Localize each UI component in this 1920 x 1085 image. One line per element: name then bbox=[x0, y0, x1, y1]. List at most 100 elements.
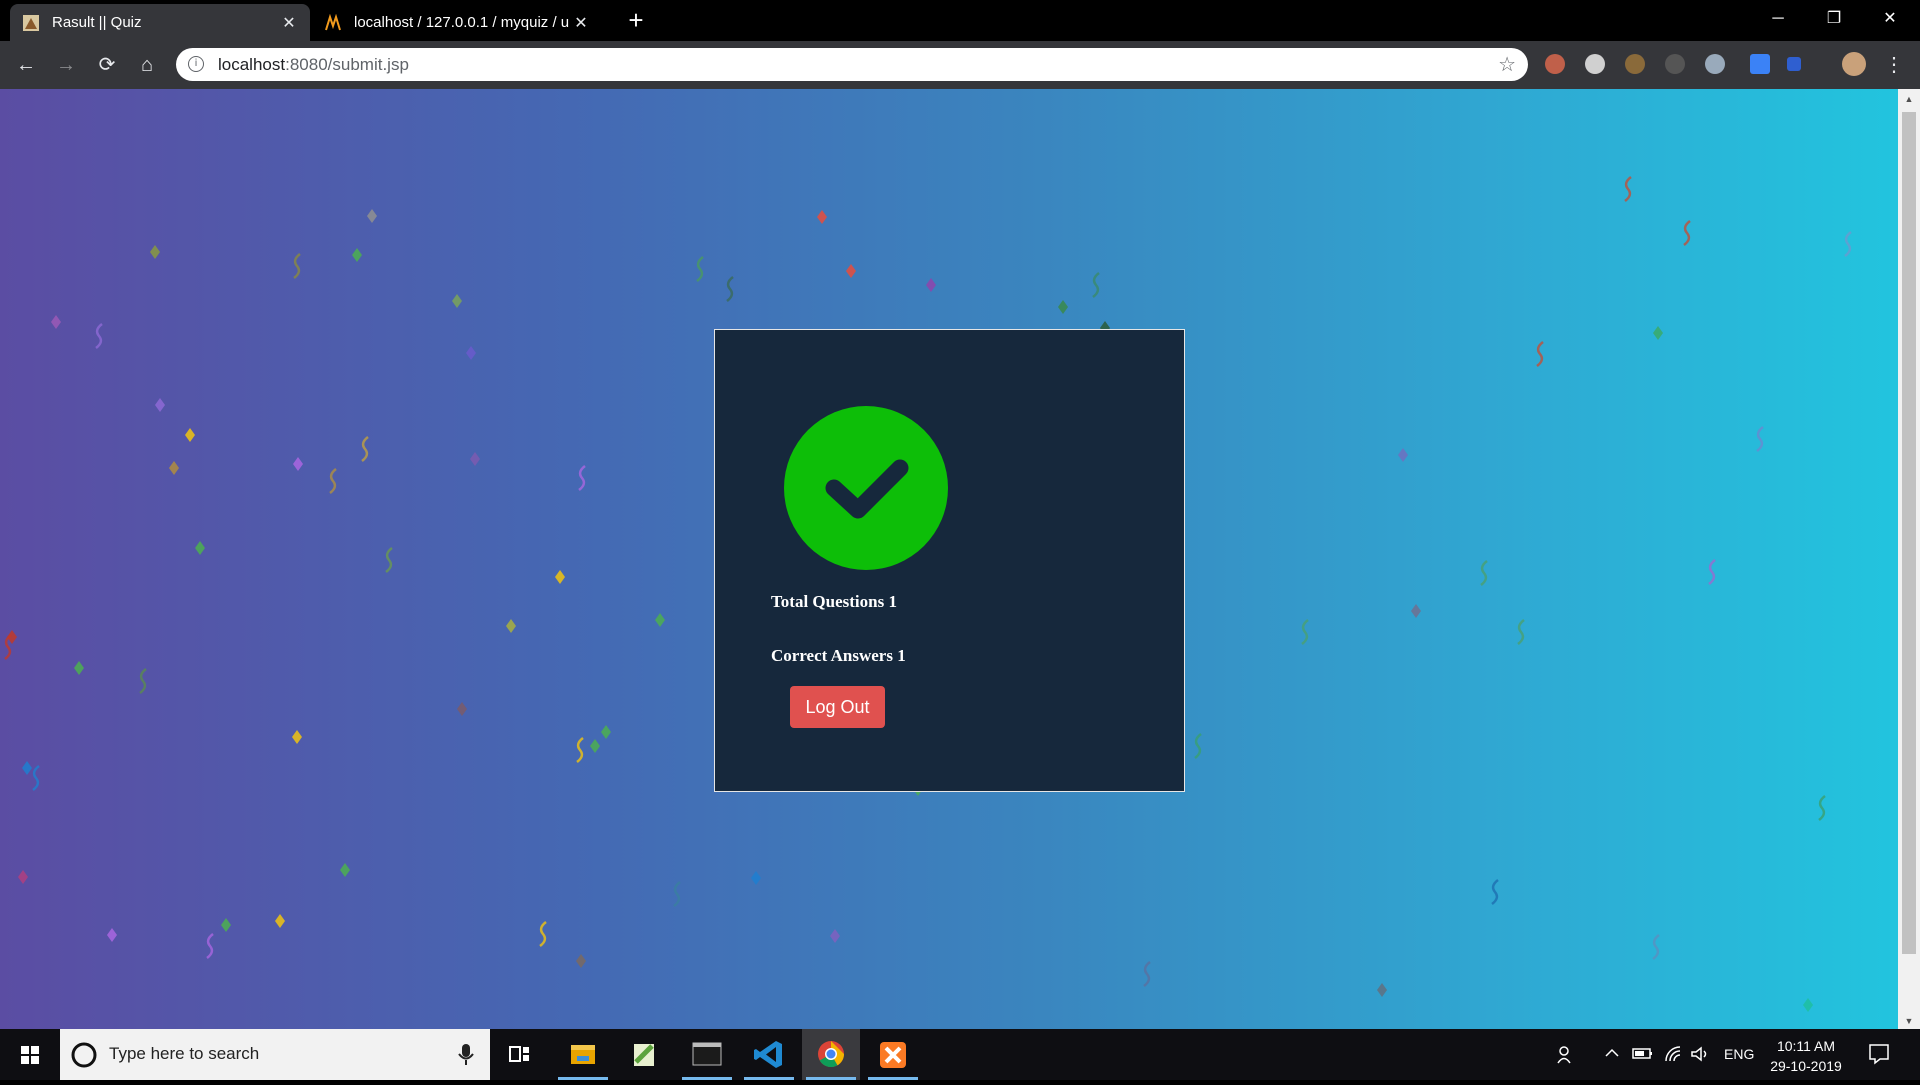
confetti-squiggle bbox=[293, 253, 301, 279]
action-center-icon[interactable] bbox=[1868, 1043, 1890, 1068]
extension-icon[interactable] bbox=[1625, 54, 1645, 74]
people-icon[interactable] bbox=[1556, 1045, 1576, 1068]
volume-icon[interactable] bbox=[1690, 1045, 1712, 1066]
home-button[interactable]: ⌂ bbox=[133, 51, 161, 79]
confetti-diamond bbox=[340, 863, 350, 877]
scrollbar-thumb[interactable] bbox=[1902, 112, 1916, 954]
confetti-squiggle bbox=[385, 547, 393, 573]
confetti-diamond bbox=[555, 570, 565, 584]
back-button[interactable]: ← bbox=[12, 51, 40, 79]
site-info-icon[interactable]: i bbox=[188, 56, 204, 72]
new-tab-button[interactable]: + bbox=[622, 6, 650, 34]
confetti-diamond bbox=[655, 613, 665, 627]
confetti-diamond bbox=[22, 761, 32, 775]
total-questions-text: Total Questions 1 bbox=[771, 592, 897, 611]
confetti-squiggle bbox=[139, 668, 147, 694]
confetti-squiggle bbox=[1652, 934, 1660, 960]
extension-icon[interactable] bbox=[1665, 54, 1685, 74]
extension-icon[interactable] bbox=[1705, 54, 1725, 74]
taskbar-clock[interactable]: 10:11 AM 29-10-2019 bbox=[1764, 1036, 1848, 1076]
extension-icon[interactable] bbox=[1545, 54, 1565, 74]
confetti-diamond bbox=[457, 702, 467, 716]
browser-menu-icon[interactable]: ⋮ bbox=[1880, 51, 1908, 79]
vscode-icon[interactable] bbox=[740, 1029, 798, 1080]
chrome-icon[interactable] bbox=[802, 1029, 860, 1080]
task-view-icon[interactable] bbox=[491, 1029, 549, 1080]
confetti-diamond bbox=[107, 928, 117, 942]
show-hidden-icons-chevron-icon[interactable] bbox=[1604, 1045, 1620, 1064]
correct-answers-text: Correct Answers 1 bbox=[771, 646, 906, 665]
notepad-plus-icon[interactable] bbox=[616, 1029, 674, 1080]
confetti-diamond bbox=[601, 725, 611, 739]
taskbar-search[interactable]: Type here to search bbox=[60, 1029, 490, 1080]
language-indicator[interactable]: ENG bbox=[1724, 1046, 1754, 1062]
bookmark-star-icon[interactable]: ☆ bbox=[1498, 52, 1516, 77]
confetti-diamond bbox=[51, 315, 61, 329]
checkmark-icon bbox=[825, 459, 909, 519]
microphone-icon[interactable] bbox=[456, 1043, 476, 1067]
wifi-icon[interactable] bbox=[1664, 1045, 1684, 1066]
url-text[interactable]: localhost:8080/submit.jsp bbox=[218, 55, 409, 75]
confetti-squiggle bbox=[1480, 560, 1488, 586]
scroll-up-arrow-icon[interactable]: ▲ bbox=[1903, 94, 1915, 104]
taskbar: Type here to search ENG 10:11 AM 29-10-2… bbox=[0, 1029, 1920, 1080]
confetti-diamond bbox=[1803, 998, 1813, 1012]
confetti-squiggle bbox=[1301, 619, 1309, 645]
confetti-squiggle bbox=[32, 765, 40, 791]
confetti-diamond bbox=[150, 245, 160, 259]
confetti-diamond bbox=[817, 210, 827, 224]
confetti-squiggle bbox=[1624, 176, 1632, 202]
extension-icon[interactable] bbox=[1787, 57, 1801, 71]
tab-phpmyadmin[interactable]: localhost / 127.0.0.1 / myquiz / u ✕ bbox=[312, 4, 602, 41]
confetti-squiggle bbox=[539, 921, 547, 947]
confetti-squiggle bbox=[361, 436, 369, 462]
confetti-diamond bbox=[1398, 448, 1408, 462]
confetti-squiggle bbox=[329, 468, 337, 494]
file-explorer-icon[interactable] bbox=[554, 1029, 612, 1080]
confetti-diamond bbox=[293, 457, 303, 471]
cortana-circle-icon bbox=[71, 1042, 97, 1068]
confetti-squiggle bbox=[673, 881, 681, 907]
scroll-down-arrow-icon[interactable]: ▼ bbox=[1903, 1016, 1915, 1026]
confetti-diamond bbox=[275, 914, 285, 928]
check-circle bbox=[784, 406, 948, 570]
confetti-diamond bbox=[352, 248, 362, 262]
confetti-diamond bbox=[1411, 604, 1421, 618]
confetti-diamond bbox=[1377, 983, 1387, 997]
extension-icon[interactable] bbox=[1750, 54, 1770, 74]
address-bar[interactable]: i localhost:8080/submit.jsp ☆ bbox=[176, 48, 1528, 81]
confetti-squiggle bbox=[696, 256, 704, 282]
battery-icon[interactable] bbox=[1632, 1045, 1654, 1064]
confetti-squiggle bbox=[1756, 426, 1764, 452]
settings-extension-icon[interactable] bbox=[1585, 54, 1605, 74]
confetti-diamond bbox=[74, 661, 84, 675]
close-window-button[interactable]: ✕ bbox=[1862, 0, 1918, 41]
confetti-squiggle bbox=[1491, 879, 1499, 905]
confetti-diamond bbox=[195, 541, 205, 555]
confetti-diamond bbox=[830, 929, 840, 943]
logout-button[interactable]: Log Out bbox=[790, 686, 885, 728]
confetti-squiggle bbox=[1536, 341, 1544, 367]
reload-button[interactable]: ⟳ bbox=[93, 51, 121, 79]
restore-button[interactable]: ❐ bbox=[1806, 0, 1862, 41]
confetti-squiggle bbox=[578, 465, 586, 491]
confetti-squiggle bbox=[95, 323, 103, 349]
confetti-diamond bbox=[452, 294, 462, 308]
tab-title: localhost / 127.0.0.1 / myquiz / u bbox=[354, 14, 570, 31]
tab-close-icon[interactable]: ✕ bbox=[280, 13, 298, 33]
quiz-favicon-icon bbox=[23, 14, 39, 31]
confetti-diamond bbox=[185, 428, 195, 442]
minimize-button[interactable]: ─ bbox=[1750, 0, 1806, 41]
profile-avatar[interactable] bbox=[1842, 52, 1866, 76]
confetti-squiggle bbox=[1818, 795, 1826, 821]
start-button[interactable] bbox=[0, 1029, 60, 1080]
forward-button[interactable]: → bbox=[52, 51, 80, 79]
tab-close-icon[interactable]: ✕ bbox=[572, 13, 590, 33]
confetti-squiggle bbox=[1683, 220, 1691, 246]
confetti-diamond bbox=[155, 398, 165, 412]
windows-logo-icon bbox=[21, 1046, 39, 1064]
xampp-icon[interactable] bbox=[864, 1029, 922, 1080]
tab-result-quiz[interactable]: Rasult || Quiz ✕ bbox=[10, 4, 310, 41]
confetti-squiggle bbox=[1092, 272, 1100, 298]
command-prompt-icon[interactable] bbox=[678, 1029, 736, 1080]
